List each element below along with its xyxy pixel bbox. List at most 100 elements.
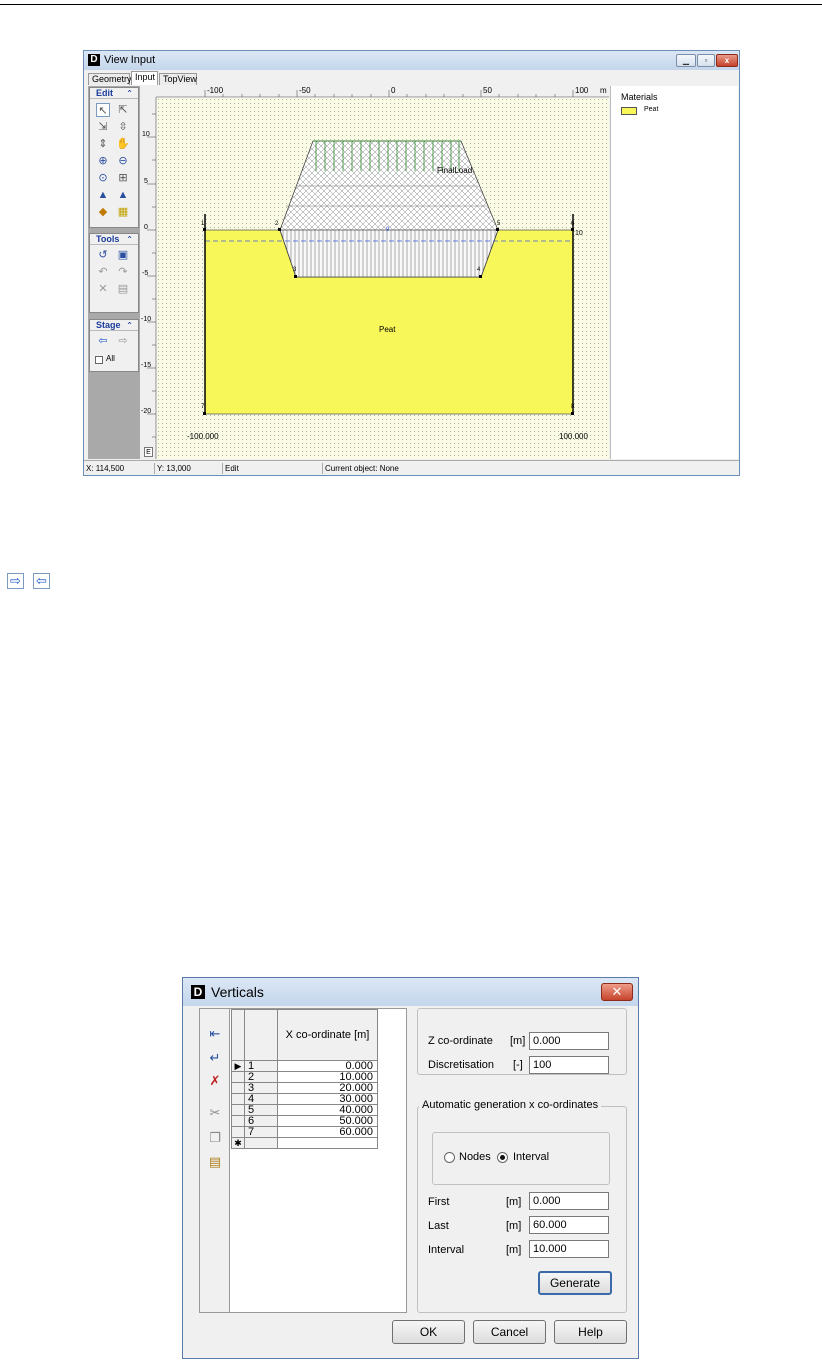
- stage-previous-icon[interactable]: ⇦: [96, 334, 110, 348]
- row-number: 5: [244, 1104, 278, 1116]
- new-row[interactable]: ✱: [231, 1137, 378, 1149]
- stage-panel: Stage ⌃ ⇦ ⇨ All: [89, 319, 139, 372]
- first-label: First: [428, 1196, 450, 1208]
- row-number-header: [244, 1009, 278, 1061]
- redo-icon[interactable]: ↷: [116, 265, 130, 279]
- zoom-out-icon[interactable]: ⊖: [116, 154, 130, 168]
- tab-input[interactable]: Input: [131, 71, 158, 85]
- last-input[interactable]: 60.000: [529, 1216, 609, 1234]
- properties-icon[interactable]: ▤: [116, 282, 130, 296]
- ruler-y-label: 5: [144, 178, 148, 185]
- auto-generation-title: Automatic generation x co-ordinates: [419, 1099, 602, 1111]
- undo-zoom-icon[interactable]: ↺: [96, 248, 110, 262]
- ruler-y-label: -10: [141, 316, 152, 323]
- x-value-cell[interactable]: 0.000: [277, 1060, 378, 1072]
- minimize-button[interactable]: ▁: [676, 54, 696, 67]
- select-pointer-icon[interactable]: ↖: [96, 103, 110, 117]
- table-row[interactable]: 4 30.000: [231, 1093, 378, 1105]
- row-number: 6: [244, 1115, 278, 1127]
- discretisation-input[interactable]: 100: [529, 1056, 609, 1074]
- load-label: FinalLoad: [437, 166, 473, 175]
- geometry-check-icon[interactable]: ▣: [116, 248, 130, 262]
- first-input[interactable]: 0.000: [529, 1192, 609, 1210]
- select-add-icon[interactable]: ⇱: [116, 103, 130, 117]
- material-swatch[interactable]: [621, 107, 637, 115]
- maximize-button[interactable]: ▫: [697, 54, 715, 67]
- x-right-label: 100.000: [559, 432, 588, 441]
- tab-topview[interactable]: TopView: [159, 73, 197, 85]
- close-button[interactable]: x: [716, 54, 738, 67]
- tab-geometry[interactable]: Geometry: [88, 73, 132, 85]
- edit-panel-header[interactable]: Edit ⌃: [90, 88, 138, 99]
- x-value-cell[interactable]: 10.000: [277, 1071, 378, 1083]
- nodes-label[interactable]: Nodes: [459, 1151, 491, 1163]
- table-row[interactable]: 6 50.000: [231, 1115, 378, 1127]
- close-button[interactable]: ✕: [601, 983, 633, 1001]
- drawing-canvas[interactable]: -100 -50 0 50 100 m 10 5 0 -5 -10 -15 -2…: [141, 86, 609, 459]
- drag-icon[interactable]: ⇕: [96, 137, 110, 151]
- point-label: 2: [275, 221, 279, 227]
- add-row-icon[interactable]: ↵: [206, 1049, 224, 1066]
- cut-icon[interactable]: ✂: [206, 1104, 224, 1121]
- cancel-button[interactable]: Cancel: [473, 1320, 546, 1344]
- row-number: 7: [244, 1126, 278, 1138]
- polygon-icon[interactable]: ▦: [116, 205, 130, 219]
- interval-radio[interactable]: [497, 1152, 508, 1163]
- x-value-cell[interactable]: 40.000: [277, 1104, 378, 1116]
- move-icon[interactable]: ⇳: [116, 120, 130, 134]
- all-stages-checkbox[interactable]: [95, 356, 103, 364]
- materials-title: Materials: [621, 92, 658, 102]
- x-value-cell[interactable]: 20.000: [277, 1082, 378, 1094]
- z-coordinate-input[interactable]: 0.000: [529, 1032, 609, 1050]
- ruler-corner-button[interactable]: E: [144, 447, 153, 457]
- undo-icon[interactable]: ↶: [96, 265, 110, 279]
- generate-button[interactable]: Generate: [538, 1271, 612, 1295]
- point-label: 10: [575, 230, 583, 237]
- boundary-icon[interactable]: ▲: [116, 188, 130, 202]
- point-icon[interactable]: ◆: [96, 205, 110, 219]
- interval-input[interactable]: 10.000: [529, 1240, 609, 1258]
- point-label: 1: [201, 221, 205, 227]
- delete-icon[interactable]: ✕: [96, 282, 110, 296]
- point-label: 4: [477, 267, 481, 273]
- discretisation-unit: [-]: [513, 1059, 523, 1071]
- table-row[interactable]: 7 60.000: [231, 1126, 378, 1138]
- row-indicator: [231, 1071, 245, 1083]
- delete-row-icon[interactable]: ✗: [206, 1072, 224, 1089]
- table-row[interactable]: 3 20.000: [231, 1082, 378, 1094]
- insert-row-icon[interactable]: ⇤: [206, 1025, 224, 1042]
- x-value-cell[interactable]: 30.000: [277, 1093, 378, 1105]
- material-name[interactable]: Peat: [644, 106, 658, 113]
- arrow-right-icon: ⇨: [7, 573, 24, 589]
- zoom-in-icon[interactable]: ⊕: [96, 154, 110, 168]
- stage-next-icon[interactable]: ⇨: [116, 334, 130, 348]
- ok-button[interactable]: OK: [392, 1320, 465, 1344]
- hand-icon[interactable]: ✋: [116, 137, 130, 151]
- help-button[interactable]: Help: [554, 1320, 627, 1344]
- layer-icon[interactable]: ▲: [96, 188, 110, 202]
- copy-icon[interactable]: ❐: [206, 1129, 224, 1146]
- geometry-drawing: [141, 86, 609, 459]
- pan-icon[interactable]: ⇲: [96, 120, 110, 134]
- stage-panel-header[interactable]: Stage ⌃: [90, 320, 138, 331]
- all-stages-label: All: [106, 354, 115, 363]
- table-row[interactable]: 2 10.000: [231, 1071, 378, 1083]
- app-logo-icon: D: [191, 985, 205, 999]
- stage-panel-title: Stage: [96, 320, 121, 330]
- x-left-label: -100.000: [187, 432, 219, 441]
- x-value-cell[interactable]: 60.000: [277, 1126, 378, 1138]
- ruler-y-label: -5: [142, 270, 149, 277]
- interval-radio-label[interactable]: Interval: [513, 1151, 549, 1163]
- table-row[interactable]: ▶ 1 0.000: [231, 1060, 378, 1072]
- zoom-limits-icon[interactable]: ⊞: [116, 171, 130, 185]
- tools-panel-header[interactable]: Tools ⌃: [90, 234, 138, 245]
- view-input-titlebar[interactable]: D View Input ▁ ▫ x: [84, 51, 739, 70]
- nodes-radio[interactable]: [444, 1152, 455, 1163]
- zoom-rect-icon[interactable]: ⊙: [96, 171, 110, 185]
- x-value-cell[interactable]: [277, 1137, 378, 1149]
- x-value-cell[interactable]: 50.000: [277, 1115, 378, 1127]
- paste-icon[interactable]: ▤: [206, 1153, 224, 1170]
- verticals-titlebar[interactable]: D Verticals ✕: [183, 978, 638, 1006]
- status-current-object: Current object: None: [322, 463, 738, 474]
- table-row[interactable]: 5 40.000: [231, 1104, 378, 1116]
